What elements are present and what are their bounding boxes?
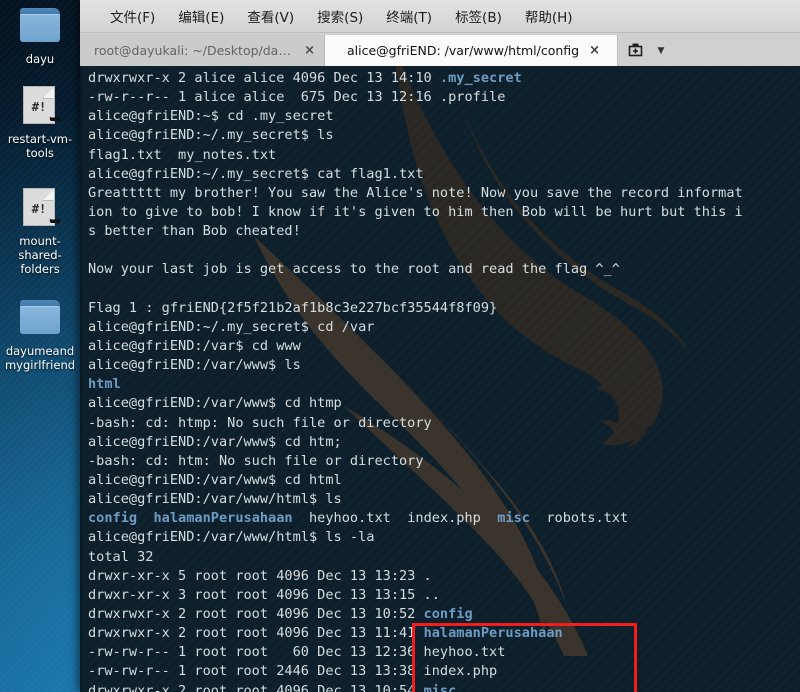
terminal-line: -rw-r--r-- 1 alice alice 675 Dec 13 12:1…	[88, 89, 506, 106]
menu-view[interactable]: 查看(V)	[239, 4, 302, 28]
tab-title: alice@gfriEND: /var/www/html/config	[346, 43, 580, 58]
terminal-line: drwxr-xr-x 3 root root 4096 Dec 13 13:15…	[88, 586, 440, 603]
terminal-line: alice@gfriEND:/var/www/html$ ls -la	[88, 529, 375, 546]
menu-bar: 文件(F) 编辑(E) 查看(V) 搜索(S) 终端(T) 标签(B) 帮助(H…	[80, 0, 800, 33]
desktop-icon-label: dayu	[25, 52, 55, 66]
terminal-line: -rw-rw-r-- 1 root root 60 Dec 13 12:36 h…	[88, 644, 506, 661]
shell-script-icon: #! ➥	[17, 84, 63, 128]
terminal-line: alice@gfriEND:~/.my_secret$ ls	[88, 127, 334, 144]
terminal-line: alice@gfriEND:~/.my_secret$ cd /var	[88, 318, 375, 335]
terminal-line: alice@gfriEND:/var$ cd www	[88, 337, 301, 354]
desktop-icon-dayumeandmygirlfriend[interactable]: dayumeandmygirlfriend	[0, 296, 80, 372]
terminal-line: html	[88, 376, 121, 393]
menu-edit[interactable]: 编辑(E)	[170, 4, 232, 28]
terminal-line: alice@gfriEND:/var/www$ cd htm;	[88, 433, 342, 450]
terminal-line: alice@gfriEND:/var/www/html$ ls	[88, 491, 342, 508]
terminal-line: Now your last job is get access to the r…	[88, 261, 620, 278]
close-icon[interactable]: ×	[304, 44, 315, 57]
terminal-line: Flag 1 : gfriEND{2f5f21b2af1b8c3e227bcf3…	[88, 299, 498, 316]
terminal-line: -bash: cd: htmp: No such file or directo…	[88, 414, 432, 431]
shell-script-icon: #! ➥	[17, 186, 63, 230]
terminal-line: alice@gfriEND:~$ cd .my_secret	[88, 108, 334, 125]
terminal-line: drwxr-xr-x 5 root root 4096 Dec 13 13:23…	[88, 567, 432, 584]
terminal-line: ion to give to bob! I know if it's given…	[88, 203, 743, 220]
terminal-line: total 32	[88, 548, 154, 565]
desktop-icon-label: restart-vm-tools	[7, 132, 73, 160]
terminal-line: -rw-rw-r-- 1 root root 2446 Dec 13 13:38…	[88, 663, 498, 680]
tab-root-dayukali[interactable]: root@dayukali: ~/Desktop/dayumeandm… ×	[80, 35, 325, 66]
terminal-line: drwxrwxr-x 2 root root 4096 Dec 13 10:54…	[88, 682, 457, 692]
link-arrow-icon: ➥	[49, 212, 62, 230]
menu-file[interactable]: 文件(F)	[102, 4, 163, 28]
chevron-down-icon: ▼	[657, 45, 665, 56]
terminal-window: 文件(F) 编辑(E) 查看(V) 搜索(S) 终端(T) 标签(B) 帮助(H…	[80, 0, 800, 692]
terminal-line: Greattttt my brother! You saw the Alice'…	[88, 184, 743, 201]
terminal-line: alice@gfriEND:/var/www$ cd html	[88, 471, 342, 488]
terminal-line: config halamanPerusahaan heyhoo.txt inde…	[88, 510, 629, 527]
new-tab-icon	[628, 43, 642, 57]
terminal-line: drwxrwxr-x 2 root root 4096 Dec 13 11:41…	[88, 625, 563, 642]
folder-icon	[17, 4, 63, 48]
close-icon[interactable]: ×	[589, 44, 600, 57]
folder-icon	[17, 296, 63, 340]
menu-help[interactable]: 帮助(H)	[517, 4, 581, 28]
terminal-line: flag1.txt my_notes.txt	[88, 146, 277, 163]
menu-search[interactable]: 搜索(S)	[309, 4, 371, 28]
tab-bar: root@dayukali: ~/Desktop/dayumeandm… × a…	[80, 33, 800, 66]
desktop-icon-column: dayu #! ➥ restart-vm-tools #! ➥ mount-sh…	[0, 0, 80, 692]
terminal-text: drwxrwxr-x 2 alice alice 4096 Dec 13 14:…	[88, 69, 800, 692]
terminal-line: alice@gfriEND:/var/www$ cd htmp	[88, 395, 342, 412]
link-arrow-icon: ➥	[49, 110, 62, 128]
desktop-icon-label: dayumeandmygirlfriend	[4, 344, 76, 372]
desktop-icon-restart-vm-tools[interactable]: #! ➥ restart-vm-tools	[0, 84, 80, 160]
desktop-icon-dayu[interactable]: dayu	[0, 4, 80, 66]
terminal-line: drwxrwxr-x 2 root root 4096 Dec 13 10:52…	[88, 605, 473, 622]
tab-list-button[interactable]: ▼	[652, 35, 670, 66]
menu-terminal[interactable]: 终端(T)	[378, 4, 440, 28]
terminal-line: drwxrwxr-x 2 alice alice 4096 Dec 13 14:…	[88, 70, 522, 86]
terminal-line: alice@gfriEND:/var/www$ ls	[88, 357, 301, 374]
tab-title: root@dayukali: ~/Desktop/dayumeandm…	[94, 43, 294, 58]
menu-tabs[interactable]: 标签(B)	[447, 4, 510, 28]
terminal-line: -bash: cd: htm: No such file or director…	[88, 452, 424, 469]
terminal-line: alice@gfriEND:~/.my_secret$ cat flag1.tx…	[88, 165, 424, 182]
tab-alice-gfriend[interactable]: alice@gfriEND: /var/www/html/config ×	[325, 35, 618, 66]
desktop-icon-mount-shared-folders[interactable]: #! ➥ mount-shared-folders	[0, 186, 80, 276]
terminal-line: s better than Bob cheated!	[88, 223, 301, 240]
desktop-icon-label: mount-shared-folders	[18, 234, 62, 276]
terminal-output-area[interactable]: drwxrwxr-x 2 alice alice 4096 Dec 13 14:…	[80, 66, 800, 692]
new-tab-button[interactable]	[618, 35, 652, 66]
